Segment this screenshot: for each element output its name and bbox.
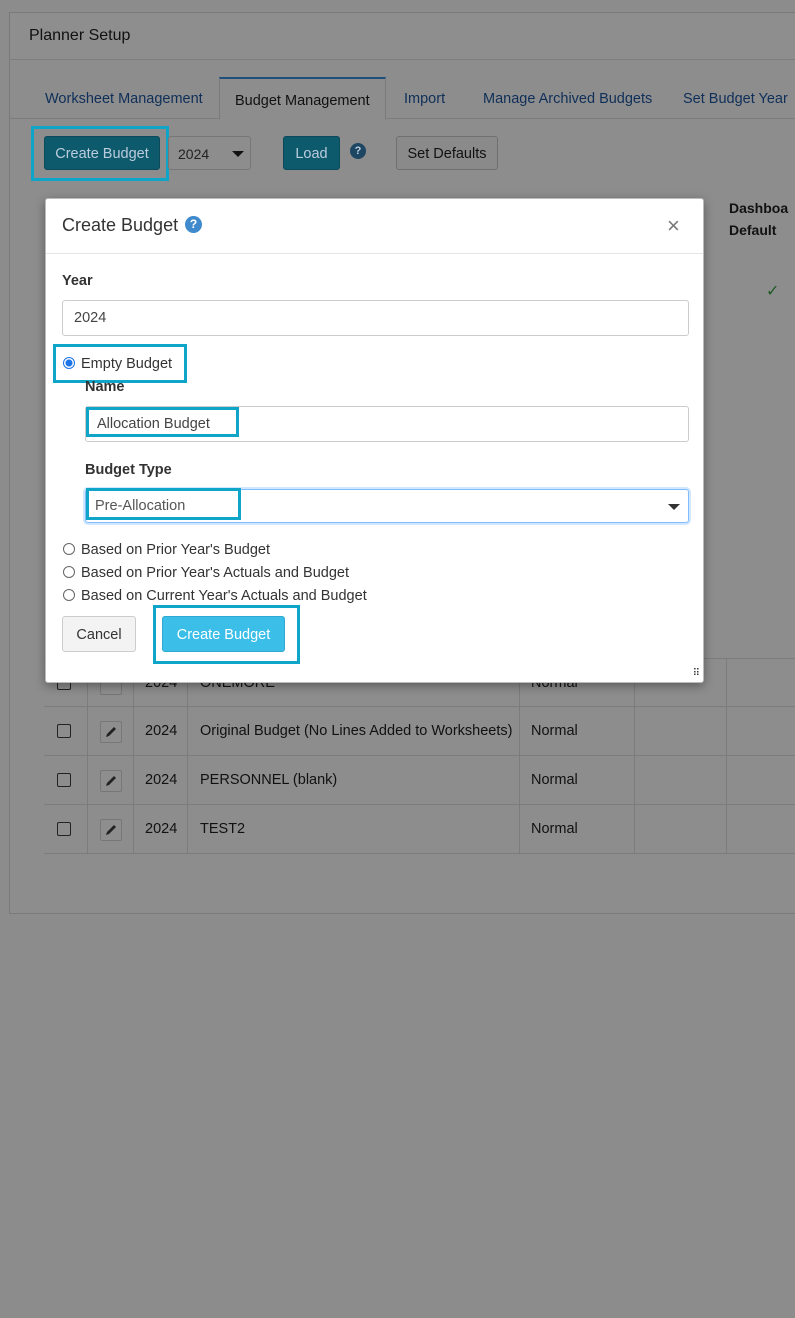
prior-year-actuals-option[interactable]: Based on Prior Year's Actuals and Budget [63,565,349,581]
prior-year-budget-radio[interactable] [63,543,75,555]
chevron-down-icon [668,504,680,510]
edit-icon[interactable] [100,819,122,841]
empty-budget-highlight [53,344,187,383]
tab-import[interactable]: Import [404,77,445,117]
row-checkbox[interactable] [57,822,71,836]
tab-set-budget-year[interactable]: Set Budget Year [683,77,788,117]
year-field[interactable]: 2024 [62,300,689,336]
budget-year-select[interactable]: 2024 [168,136,251,170]
row-name: TEST2 [200,821,246,837]
modal-header: Create Budget ? × [46,199,703,254]
prior-year-actuals-radio[interactable] [63,566,75,578]
prior-year-actuals-label: Based on Prior Year's Actuals and Budget [81,565,349,581]
create-budget-submit-highlight [153,605,300,664]
column-header-dashboard-default: Dashboa Default [729,197,788,241]
row-checkbox[interactable] [57,773,71,787]
table-row: 2024 TEST2 Normal [44,804,795,854]
tab-manage-archived-budgets[interactable]: Manage Archived Budgets [483,77,652,117]
row-year: 2024 [145,772,178,788]
row-type: Normal [531,723,578,739]
cancel-button[interactable]: Cancel [62,616,136,652]
help-icon[interactable]: ? [350,143,366,159]
modal-title: Create Budget [62,215,179,235]
header-default-text: Default [729,222,777,238]
budget-type-label: Budget Type [85,462,172,478]
row-name: PERSONNEL (blank) [200,772,338,788]
close-icon[interactable]: × [667,213,680,239]
table-row: 2024 PERSONNEL (blank) Normal [44,755,795,804]
create-budget-highlight [31,126,169,181]
budget-type-highlight [86,488,241,520]
row-year: 2024 [145,723,178,739]
year-label: Year [62,273,93,289]
row-type: Normal [531,821,578,837]
row-checkbox[interactable] [57,724,71,738]
budget-year-value: 2024 [178,146,210,162]
create-budget-modal: Create Budget ? × Year 2024 Empty Budget… [45,198,704,683]
resize-grip-icon[interactable]: ⠿ [693,668,700,679]
current-year-actuals-radio[interactable] [63,589,75,601]
row-year: 2024 [145,821,178,837]
row-type: Normal [531,772,578,788]
edit-icon[interactable] [100,721,122,743]
current-year-actuals-label: Based on Current Year's Actuals and Budg… [81,588,367,604]
name-label: Name [85,379,125,395]
prior-year-budget-label: Based on Prior Year's Budget [81,542,270,558]
header-dashboard-text: Dashboa [729,200,789,216]
edit-icon[interactable] [100,770,122,792]
name-highlight [86,407,239,437]
current-year-actuals-option[interactable]: Based on Current Year's Actuals and Budg… [63,588,367,604]
prior-year-budget-option[interactable]: Based on Prior Year's Budget [63,542,270,558]
tab-bar: Worksheet Management Budget Management I… [9,77,795,120]
table-row: 2024 Original Budget (No Lines Added to … [44,706,795,755]
budget-table: 2024 ONEMORE Normal 2024 Original Budget… [44,658,795,1318]
panel-title: Planner Setup [29,27,131,44]
load-button[interactable]: Load [283,136,340,170]
set-defaults-button[interactable]: Set Defaults [396,136,498,170]
tab-budget-management[interactable]: Budget Management [219,77,386,120]
row-name: Original Budget (No Lines Added to Works… [200,723,513,739]
tab-worksheet-management[interactable]: Worksheet Management [45,77,203,117]
default-check-icon: ✓ [766,283,780,300]
help-icon[interactable]: ? [185,216,202,233]
chevron-down-icon [232,151,244,157]
